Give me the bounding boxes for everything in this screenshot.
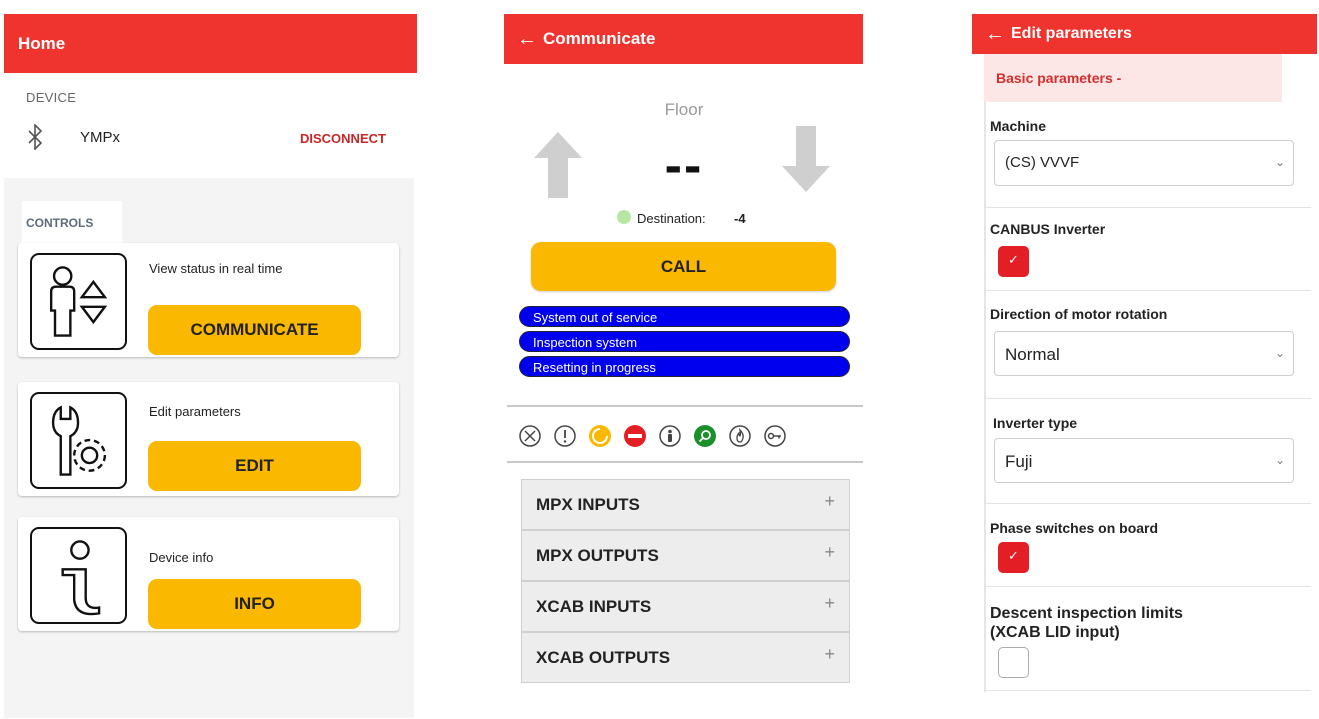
accordion-xcab-outputs[interactable]: XCAB OUTPUTS + xyxy=(521,632,850,683)
bluetooth-icon xyxy=(28,124,43,150)
phase-switches-checkbox[interactable] xyxy=(998,542,1029,573)
device-name: YMPx xyxy=(80,129,121,146)
inverter-type-select[interactable]: Fuji ⌄ xyxy=(994,438,1294,483)
page-title: Communicate xyxy=(543,29,656,48)
divider xyxy=(986,690,1311,691)
chevron-down-icon: ⌄ xyxy=(1274,453,1285,467)
inverter-type-value: Fuji xyxy=(1005,452,1033,471)
accordion-title: MPX INPUTS xyxy=(536,495,640,514)
back-arrow-icon[interactable]: ← xyxy=(985,23,1005,46)
motor-direction-value: Normal xyxy=(1005,345,1060,364)
arrow-up-icon xyxy=(534,132,582,198)
call-button[interactable]: CALL xyxy=(531,242,836,291)
expand-plus-icon: + xyxy=(824,491,835,511)
disconnect-button[interactable]: DISCONNECT xyxy=(300,131,386,146)
divider xyxy=(986,207,1311,208)
card-text: View status in real time xyxy=(149,261,283,276)
key-icon xyxy=(764,425,786,447)
divider xyxy=(986,586,1311,587)
machine-select-value: (CS) VVVF xyxy=(1005,154,1080,171)
home-app-bar: Home xyxy=(4,14,417,73)
edit-button[interactable]: EDIT xyxy=(148,441,361,491)
panel-border xyxy=(984,102,986,692)
expand-plus-icon: + xyxy=(824,542,835,562)
arrow-down-icon xyxy=(782,126,830,192)
machine-select[interactable]: (CS) VVVF ⌄ xyxy=(994,140,1294,186)
canbus-inverter-label: CANBUS Inverter xyxy=(990,221,1106,237)
elevator-person-icon xyxy=(30,253,127,350)
chevron-down-icon: ⌄ xyxy=(1274,346,1285,360)
destination-label: Destination: xyxy=(637,211,706,226)
wrench-gear-icon xyxy=(30,392,127,489)
status-badge: Inspection system xyxy=(519,331,850,352)
descent-limits-sublabel: (XCAB LID input) xyxy=(990,624,1120,641)
accordion-xcab-inputs[interactable]: XCAB INPUTS + xyxy=(521,581,850,632)
floor-value: -- xyxy=(664,137,704,195)
divider xyxy=(986,290,1311,291)
device-section-label: DEVICE xyxy=(26,90,77,105)
edit-card: Edit parameters EDIT xyxy=(18,382,399,496)
divider xyxy=(986,398,1311,399)
divider xyxy=(986,503,1311,504)
accordion-title: XCAB INPUTS xyxy=(536,597,652,616)
inverter-type-label: Inverter type xyxy=(993,415,1078,431)
warning-icon xyxy=(554,425,576,447)
page-title: Home xyxy=(18,33,66,53)
accordion-mpx-inputs[interactable]: MPX INPUTS + xyxy=(521,479,850,530)
communicate-screen: ← Communicate Floor -- Destination: -4 C… xyxy=(504,0,864,719)
destination-value: -4 xyxy=(734,211,746,226)
accordion-title: MPX OUTPUTS xyxy=(536,546,659,565)
floor-label: Floor xyxy=(664,100,704,119)
reset-icon xyxy=(589,425,611,447)
chevron-down-icon: ⌄ xyxy=(1274,155,1285,169)
communicate-card: View status in real time COMMUNICATE xyxy=(18,243,399,357)
out-of-service-icon xyxy=(624,425,646,447)
expand-plus-icon: + xyxy=(824,593,835,613)
error-icon xyxy=(519,425,541,447)
accordion-mpx-outputs[interactable]: MPX OUTPUTS + xyxy=(521,530,850,581)
page-title: Edit parameters xyxy=(1011,25,1132,42)
divider xyxy=(507,461,863,463)
status-badge: System out of service xyxy=(519,306,850,327)
info-card: Device info INFO xyxy=(18,517,399,631)
canbus-inverter-checkbox[interactable] xyxy=(998,246,1029,277)
accordion-title: XCAB OUTPUTS xyxy=(536,648,671,667)
back-arrow-icon[interactable]: ← xyxy=(517,28,537,51)
inspection-icon xyxy=(694,425,716,447)
divider xyxy=(507,405,863,407)
expand-plus-icon: + xyxy=(824,644,835,664)
card-text: Edit parameters xyxy=(149,404,241,419)
phase-switches-label: Phase switches on board xyxy=(990,520,1159,536)
controls-section-label: CONTROLS xyxy=(22,201,122,243)
card-text: Device info xyxy=(149,550,214,565)
edit-parameters-screen: ← Edit parameters Basic parameters - Mac… xyxy=(972,0,1319,719)
communicate-app-bar: ← Communicate xyxy=(504,14,863,64)
destination-indicator-icon xyxy=(617,210,631,224)
edit-app-bar: ← Edit parameters xyxy=(972,14,1317,54)
home-screen: Home DEVICE YMPx DISCONNECT CONTROLS Vie… xyxy=(0,0,420,719)
status-badge: Resetting in progress xyxy=(519,356,850,377)
descent-limits-checkbox[interactable] xyxy=(998,647,1029,678)
motor-direction-label: Direction of motor rotation xyxy=(990,306,1168,322)
communicate-button[interactable]: COMMUNICATE xyxy=(148,305,361,355)
basic-parameters-header[interactable]: Basic parameters - xyxy=(984,54,1282,102)
info-icon xyxy=(30,527,127,624)
descent-limits-label: Descent inspection limits xyxy=(990,605,1183,622)
motor-direction-select[interactable]: Normal ⌄ xyxy=(994,331,1294,376)
info-button[interactable]: INFO xyxy=(148,579,361,629)
fire-icon xyxy=(729,425,751,447)
person-icon xyxy=(659,425,681,447)
machine-label: Machine xyxy=(990,118,1047,134)
